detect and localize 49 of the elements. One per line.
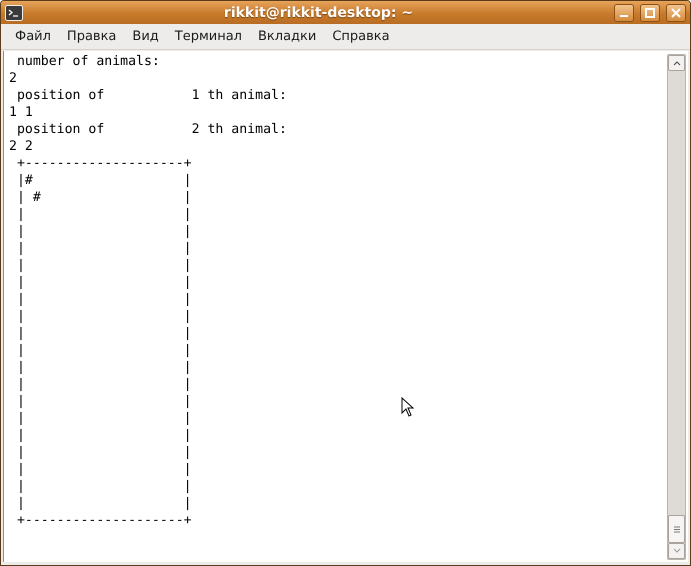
terminal-line: | | bbox=[16, 274, 192, 291]
scroll-up-button[interactable] bbox=[668, 55, 685, 71]
maximize-button[interactable] bbox=[640, 4, 660, 22]
close-icon bbox=[671, 8, 681, 18]
menu-item[interactable]: Справка bbox=[324, 26, 398, 47]
terminal-line: | | bbox=[16, 478, 192, 495]
terminal-line: | | bbox=[16, 291, 192, 308]
terminal-line: | | bbox=[16, 257, 192, 274]
chevron-down-icon bbox=[672, 548, 680, 554]
terminal-line: | | bbox=[16, 308, 192, 325]
terminal-line: | | bbox=[16, 223, 192, 240]
menu-item[interactable]: Вид bbox=[124, 26, 167, 47]
close-button[interactable] bbox=[666, 4, 686, 22]
menu-item[interactable]: Файл bbox=[7, 26, 59, 47]
terminal-line: +--------------------+ bbox=[16, 512, 192, 529]
chevron-up-icon bbox=[672, 60, 680, 66]
terminal-line: | | bbox=[16, 359, 192, 376]
mouse-pointer-icon bbox=[401, 397, 415, 417]
terminal-line: |# | bbox=[16, 172, 192, 189]
terminal-line: | | bbox=[16, 427, 192, 444]
terminal-line: | | bbox=[16, 342, 192, 359]
maximize-icon bbox=[645, 8, 655, 18]
grip-icon bbox=[672, 526, 680, 532]
terminal-line: 2 bbox=[9, 70, 17, 87]
terminal-line: | | bbox=[16, 240, 192, 257]
terminal-line: | | bbox=[16, 393, 192, 410]
scrollbar[interactable] bbox=[667, 54, 686, 560]
terminal-line: | | bbox=[16, 461, 192, 478]
menu-item[interactable]: Вкладки bbox=[250, 26, 324, 47]
terminal-line: number of animals: bbox=[16, 53, 160, 70]
menu-item[interactable]: Терминал bbox=[166, 26, 250, 47]
terminal-line: 2 2 bbox=[9, 138, 33, 155]
terminal-line: | | bbox=[16, 206, 192, 223]
terminal-line: +--------------------+ bbox=[16, 155, 192, 172]
terminal-line: | | bbox=[16, 376, 192, 393]
terminal-line: position of 1 th animal: bbox=[16, 87, 287, 104]
terminal-line: 1 1 bbox=[9, 104, 33, 121]
minimize-button[interactable] bbox=[614, 4, 634, 22]
window-title: rikkit@rikkit-desktop: ~ bbox=[222, 4, 414, 20]
scroll-thumb[interactable] bbox=[668, 515, 685, 543]
terminal-line: | # | bbox=[16, 189, 192, 206]
terminal-line: | | bbox=[16, 410, 192, 427]
terminal-icon bbox=[5, 4, 23, 20]
terminal-line: | | bbox=[16, 444, 192, 461]
menu-item[interactable]: Правка bbox=[58, 26, 124, 47]
minimize-icon bbox=[620, 15, 628, 17]
terminal-line: | | bbox=[16, 325, 192, 342]
terminal-line: position of 2 th animal: bbox=[16, 121, 287, 138]
terminal-line: | | bbox=[16, 495, 192, 512]
